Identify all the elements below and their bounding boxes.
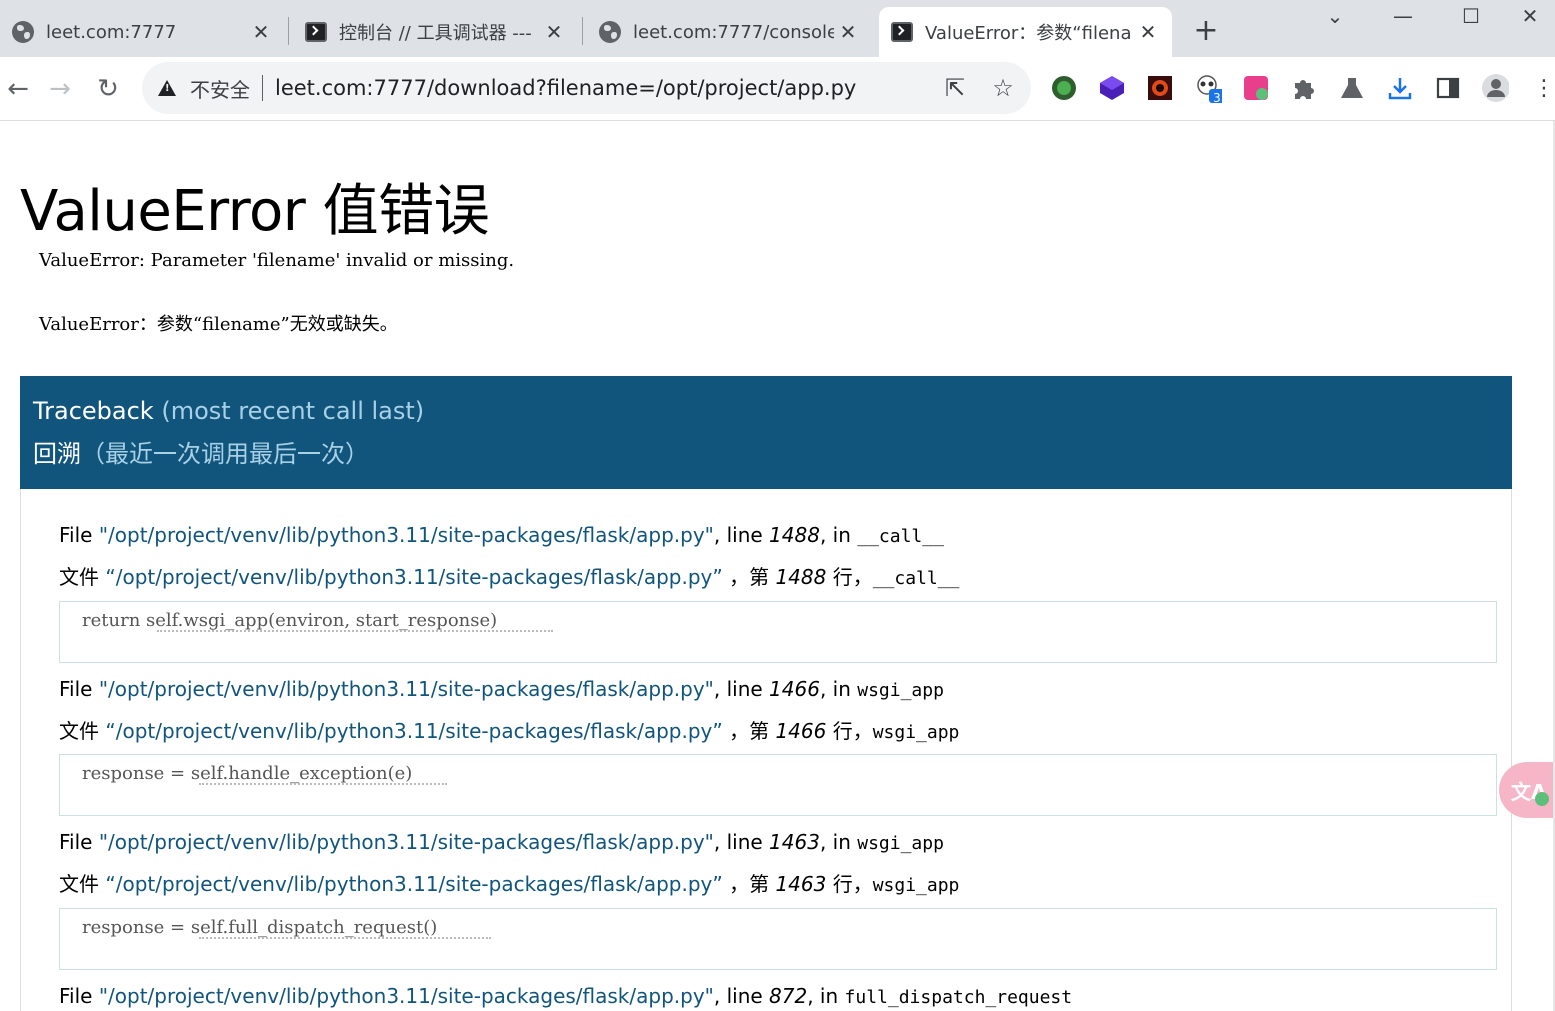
tab-search-chevron-down-icon[interactable]: ⌄ — [1301, 0, 1369, 32]
download-icon[interactable] — [1386, 74, 1414, 102]
extension-eye-icon[interactable] — [1146, 74, 1174, 102]
frame-function: full_dispatch_request — [844, 987, 1073, 1008]
frame-source-box[interactable]: return self.wsgi_app(environ, start_resp… — [59, 601, 1497, 663]
frame-header-zh: 文件 “/opt/project/venv/lib/python3.11/sit… — [59, 565, 960, 589]
back-button[interactable]: ← — [0, 71, 36, 107]
frame-function: __call__ — [857, 526, 944, 547]
globe-icon — [599, 21, 621, 43]
extension-translate-icon[interactable] — [1242, 74, 1270, 102]
traceback-frames: File "/opt/project/venv/lib/python3.11/s… — [20, 489, 1512, 1011]
side-panel-icon[interactable] — [1434, 74, 1462, 102]
address-bar[interactable]: 不安全 leet.com:7777/download?filename=/opt… — [142, 62, 1031, 114]
traceback-label-en: Traceback — [33, 397, 154, 425]
frame-function: wsgi_app — [857, 833, 944, 854]
globe-icon — [12, 21, 34, 43]
frame-line-number: 1463 — [775, 872, 827, 896]
frame-header-en: File "/opt/project/venv/lib/python3.11/s… — [59, 677, 944, 701]
error-message-zh: ValueError：参数“filename”无效或缺失。 — [39, 314, 398, 335]
extension-cube-icon[interactable] — [1098, 74, 1126, 102]
extension-panda-icon[interactable]: 3 — [1194, 74, 1222, 105]
check-icon — [1535, 792, 1549, 806]
tab-console-debugger[interactable]: 控制台 // 工具调试器 --- ✕ — [293, 7, 578, 57]
star-icon[interactable]: ☆ — [989, 73, 1017, 103]
frame-header-en: File "/opt/project/venv/lib/python3.11/s… — [59, 523, 944, 547]
extension-green-icon[interactable] — [1050, 74, 1078, 102]
tab-title: leet.com:7777 — [46, 21, 177, 43]
frame-source-box[interactable]: response = self.full_dispatch_request() — [59, 908, 1497, 970]
warning-icon[interactable] — [158, 80, 176, 96]
share-icon[interactable]: ⇱ — [941, 73, 969, 103]
frame-file[interactable]: "/opt/project/venv/lib/python3.11/site-p… — [99, 830, 714, 854]
omnibox-divider — [262, 75, 263, 101]
tab-separator — [288, 17, 289, 45]
forward-button[interactable]: → — [42, 71, 78, 107]
window-close-button[interactable]: ✕ — [1505, 0, 1555, 32]
frame-function: wsgi_app — [857, 680, 944, 701]
page-title: ValueError 值错误 — [20, 179, 490, 244]
tab-title: 控制台 // 工具调试器 --- — [339, 23, 532, 44]
frame-file[interactable]: “/opt/project/venv/lib/python3.11/site-p… — [105, 872, 722, 896]
error-caret-underline — [199, 937, 491, 941]
minimize-button[interactable]: — — [1369, 0, 1437, 32]
frame-header-en: File "/opt/project/venv/lib/python3.11/s… — [59, 830, 944, 854]
maximize-button[interactable]: ☐ — [1437, 0, 1505, 32]
frame-file[interactable]: "/opt/project/venv/lib/python3.11/site-p… — [99, 677, 714, 701]
frame-file[interactable]: "/opt/project/venv/lib/python3.11/site-p… — [99, 523, 714, 547]
frame-source-line: return self.wsgi_app(environ, start_resp… — [82, 610, 498, 631]
tab-leet-home[interactable]: leet.com:7777 ✕ — [0, 7, 285, 57]
close-icon[interactable]: ✕ — [247, 18, 275, 46]
frame-line-number: 1488 — [775, 565, 827, 589]
url-text[interactable]: leet.com:7777/download?filename=/opt/pro… — [275, 76, 856, 100]
frame-header-en: File "/opt/project/venv/lib/python3.11/s… — [59, 984, 1073, 1008]
frame-line-number: 1466 — [769, 677, 820, 701]
frame-file[interactable]: “/opt/project/venv/lib/python3.11/site-p… — [105, 719, 722, 743]
frame-file[interactable]: "/opt/project/venv/lib/python3.11/site-p… — [99, 984, 714, 1008]
frame-file[interactable]: “/opt/project/venv/lib/python3.11/site-p… — [105, 565, 722, 589]
traceback-hint-zh: （最近一次调用最后一次） — [81, 440, 369, 468]
traceback-hint-en: (most recent call last) — [153, 397, 425, 425]
traceback-header: Traceback (most recent call last) 回溯（最近一… — [20, 376, 1512, 489]
security-label[interactable]: 不安全 — [190, 74, 250, 103]
close-icon[interactable]: ✕ — [1134, 18, 1162, 46]
frame-line-number: 1466 — [775, 719, 827, 743]
frame-function: wsgi_app — [872, 722, 960, 743]
tab-title: leet.com:7777/console? — [633, 21, 834, 43]
tab-strip: leet.com:7777 ✕ 控制台 // 工具调试器 --- ✕ leet.… — [0, 0, 1555, 57]
frame-function: wsgi_app — [872, 875, 960, 896]
frame-function: __call__ — [872, 568, 960, 589]
traceback-label-zh: 回溯 — [33, 440, 81, 468]
error-caret-underline — [157, 630, 553, 634]
frame-header-zh: 文件 “/opt/project/venv/lib/python3.11/sit… — [59, 872, 960, 896]
frame-header-zh: 文件 “/opt/project/venv/lib/python3.11/sit… — [59, 719, 960, 743]
frame-line-number: 872 — [769, 984, 808, 1008]
tab-valueerror[interactable]: ValueError：参数“filena ✕ — [879, 7, 1172, 57]
tab-separator — [582, 17, 583, 45]
frame-source-line: response = self.full_dispatch_request() — [82, 917, 438, 938]
extension-badge: 3 — [1213, 91, 1221, 105]
close-icon[interactable]: ✕ — [540, 18, 568, 46]
page-content: ValueError 值错误 ValueError: Parameter 'fi… — [0, 121, 1555, 1011]
frame-source-box[interactable]: response = self.handle_exception(e) — [59, 754, 1497, 816]
close-icon[interactable]: ✕ — [834, 18, 862, 46]
terminal-icon — [305, 21, 327, 43]
menu-kebab-icon[interactable]: ⋮ — [1530, 74, 1555, 102]
browser-toolbar: ← → ↻ 不安全 leet.com:7777/download?filenam… — [0, 57, 1555, 121]
reload-button[interactable]: ↻ — [90, 71, 126, 107]
puzzle-icon[interactable] — [1290, 74, 1318, 102]
terminal-icon — [891, 21, 913, 43]
frame-line-number: 1488 — [769, 523, 820, 547]
error-message-en: ValueError: Parameter 'filename' invalid… — [39, 250, 515, 271]
profile-avatar-icon[interactable] — [1481, 74, 1509, 102]
flask-icon[interactable] — [1338, 74, 1366, 102]
tab-title: ValueError：参数“filena — [925, 23, 1132, 44]
new-tab-button[interactable]: + — [1188, 14, 1224, 50]
frame-source-line: response = self.handle_exception(e) — [82, 763, 413, 784]
tab-leet-console[interactable]: leet.com:7777/console? ✕ — [587, 7, 872, 57]
frame-line-number: 1463 — [769, 830, 820, 854]
error-caret-underline — [199, 783, 447, 787]
floating-translate-button[interactable]: 文A — [1499, 762, 1555, 818]
